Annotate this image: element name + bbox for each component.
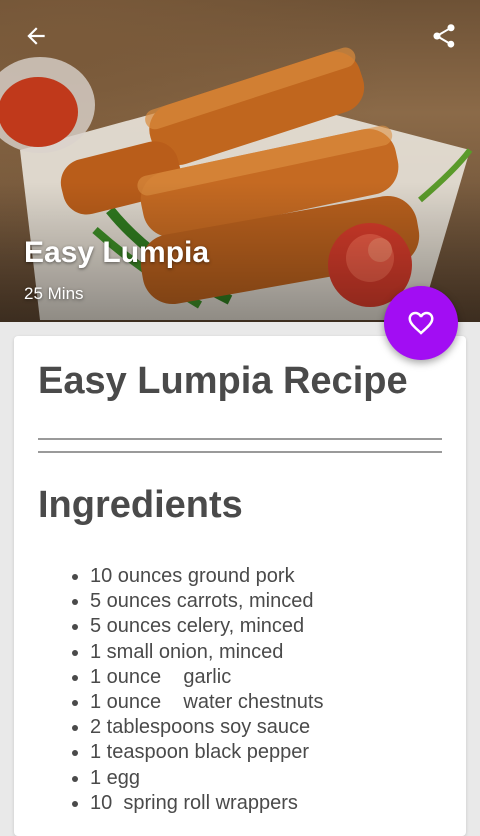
- arrow-back-icon: [27, 27, 45, 45]
- share-icon: [433, 24, 455, 48]
- divider: [38, 438, 442, 440]
- ingredient-item: 10 ounces ground pork: [72, 564, 323, 589]
- ingredient-item: 5 ounces celery, minced: [72, 614, 323, 639]
- recipe-title: Easy Lumpia Recipe: [38, 360, 408, 402]
- heart-outline-icon: [408, 311, 434, 335]
- share-button[interactable]: [424, 16, 464, 56]
- ingredient-item: 2 tablespoons soy sauce: [72, 715, 323, 740]
- ingredients-heading: Ingredients: [38, 484, 243, 526]
- recipe-card: Easy Lumpia Recipe Ingredients 10 ounces…: [14, 336, 466, 836]
- cook-time: 25 Mins: [24, 284, 84, 303]
- ingredient-item: 1 ounce water chestnuts: [72, 690, 323, 715]
- favorite-button[interactable]: [384, 286, 458, 360]
- ingredient-item: 10 spring roll wrappers: [72, 791, 323, 816]
- ingredient-item: 1 small onion, minced: [72, 640, 323, 665]
- ingredient-item: 1 teaspoon black pepper: [72, 740, 323, 765]
- header-image: Easy Lumpia 25 Mins: [0, 0, 480, 322]
- divider: [38, 451, 442, 453]
- back-button[interactable]: [16, 16, 56, 56]
- ingredient-item: 1 ounce garlic: [72, 665, 323, 690]
- ingredient-item: 5 ounces carrots, minced: [72, 589, 323, 614]
- recipe-header-title: Easy Lumpia: [24, 236, 210, 269]
- ingredient-item: 1 egg: [72, 766, 323, 791]
- ingredients-list: 10 ounces ground pork 5 ounces carrots, …: [72, 564, 323, 816]
